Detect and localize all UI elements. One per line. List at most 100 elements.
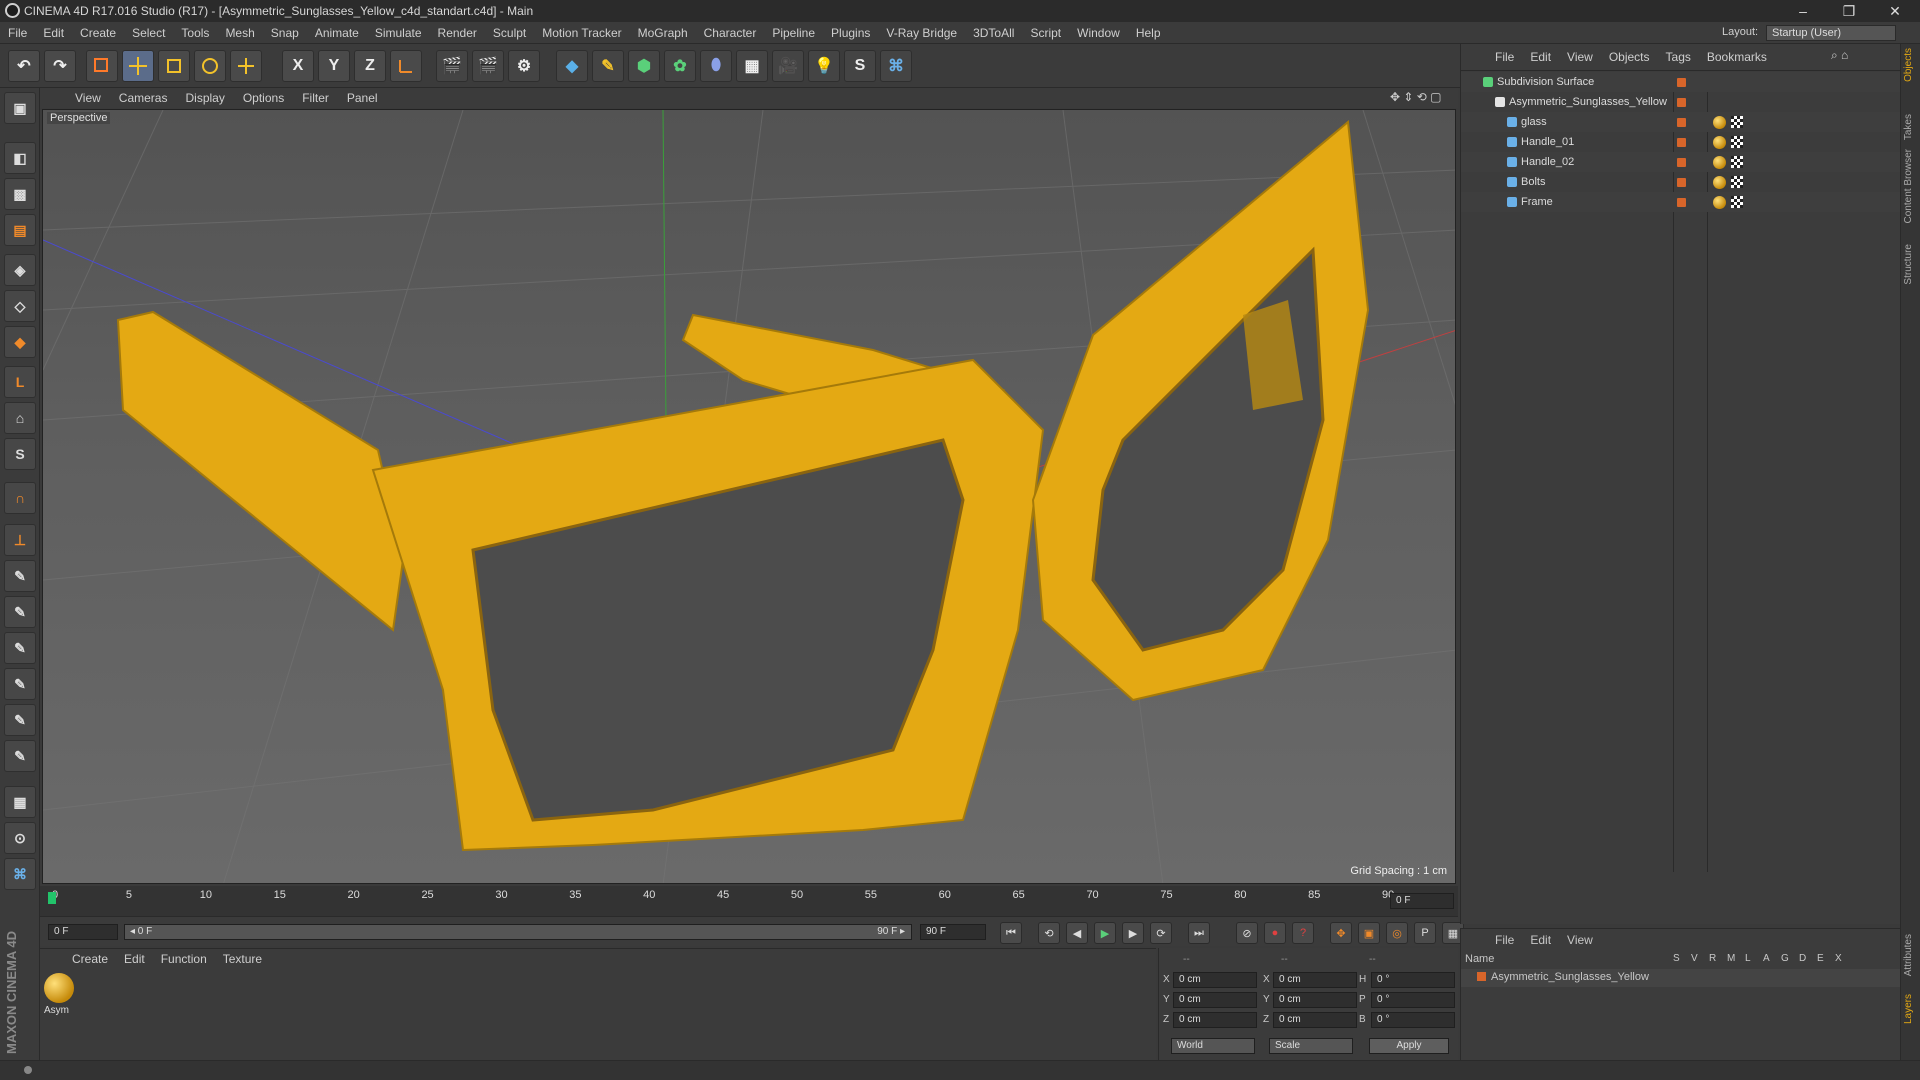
minimize-button[interactable]: – — [1780, 0, 1826, 22]
autokey-icon[interactable]: ● — [1264, 922, 1286, 944]
object-menu-edit[interactable]: Edit — [1522, 50, 1559, 64]
tab-content-browser[interactable]: Content Browser — [1903, 149, 1919, 223]
layer-column-header[interactable]: A — [1763, 953, 1770, 964]
layout-select[interactable]: Startup (User) — [1766, 25, 1896, 41]
layer-column-header[interactable]: D — [1799, 953, 1806, 964]
uvw-tag-icon[interactable] — [1731, 156, 1743, 168]
camera-label[interactable]: Perspective — [47, 112, 111, 124]
menu-plugins[interactable]: Plugins — [823, 26, 878, 40]
menu-character[interactable]: Character — [696, 26, 765, 40]
layer-column-header[interactable]: V — [1691, 953, 1698, 964]
menu-create[interactable]: Create — [72, 26, 124, 40]
coord-rotation-field[interactable]: 0 ° — [1371, 992, 1455, 1008]
python-icon[interactable]: ⌘ — [880, 50, 912, 82]
viewport-menu-filter[interactable]: Filter — [293, 91, 338, 105]
layer-color-icon[interactable] — [1677, 178, 1686, 187]
polygons-mode-icon[interactable]: ◆ — [4, 326, 36, 358]
object-menu-file[interactable]: File — [1487, 50, 1522, 64]
texture-mode-icon[interactable]: ▩ — [4, 178, 36, 210]
layer-color-icon[interactable] — [1677, 138, 1686, 147]
layer-row[interactable]: Asymmetric_Sunglasses_Yellow — [1461, 969, 1901, 987]
tab-objects[interactable]: Objects — [1903, 48, 1919, 82]
object-search-icon[interactable]: ⌕ ⌂ — [1831, 48, 1848, 63]
menu-motion-tracker[interactable]: Motion Tracker — [534, 26, 629, 40]
key-scale-icon[interactable]: ▣ — [1358, 922, 1380, 944]
frame-range-slider[interactable]: ◂ 0 F 90 F ▸ — [124, 924, 912, 940]
coord-size-field[interactable]: 0 cm — [1273, 992, 1357, 1008]
maximize-button[interactable]: ❐ — [1826, 0, 1872, 22]
python-script-icon[interactable]: ⌘ — [4, 858, 36, 890]
uv-tool-icon[interactable]: ⊙ — [4, 822, 36, 854]
vray-icon[interactable]: S — [844, 50, 876, 82]
close-button[interactable]: ✕ — [1872, 0, 1918, 22]
material-tag-icon[interactable] — [1713, 116, 1726, 129]
layer-menu-view[interactable]: View — [1559, 933, 1601, 947]
object-name[interactable]: glass — [1521, 112, 1547, 132]
camera-icon[interactable]: 🎥 — [772, 50, 804, 82]
tab-attributes[interactable]: Attributes — [1903, 934, 1919, 976]
menu-render[interactable]: Render — [430, 26, 485, 40]
object-row[interactable]: Bolts — [1461, 172, 1901, 192]
layer-column-header[interactable]: G — [1781, 953, 1789, 964]
menu-snap[interactable]: Snap — [263, 26, 307, 40]
object-row[interactable]: Handle_01 — [1461, 132, 1901, 152]
coord-size-field[interactable]: 0 cm — [1273, 1012, 1357, 1028]
sculpt-tool-icon[interactable]: ✎ — [4, 596, 36, 628]
menu-tools[interactable]: Tools — [173, 26, 217, 40]
redo-icon[interactable]: ↷ — [44, 50, 76, 82]
menu-script[interactable]: Script — [1022, 26, 1069, 40]
uv-grid-icon[interactable]: ▦ — [4, 786, 36, 818]
menu-pipeline[interactable]: Pipeline — [764, 26, 823, 40]
object-name[interactable]: Frame — [1521, 192, 1553, 212]
pen-spline-icon[interactable]: ✎ — [592, 50, 624, 82]
current-frame-field[interactable]: 0 F — [1390, 893, 1454, 909]
workplane-axis-icon[interactable]: ⊥ — [4, 524, 36, 556]
render-settings-icon[interactable]: ⚙ — [508, 50, 540, 82]
object-row[interactable]: Asymmetric_Sunglasses_Yellow — [1461, 92, 1901, 112]
coord-rotation-field[interactable]: 0 ° — [1371, 972, 1455, 988]
object-row[interactable]: Handle_02 — [1461, 152, 1901, 172]
uvw-tag-icon[interactable] — [1731, 136, 1743, 148]
points-mode-icon[interactable]: ◈ — [4, 254, 36, 286]
object-row[interactable]: Subdivision Surface — [1461, 72, 1901, 92]
menu-mograph[interactable]: MoGraph — [630, 26, 696, 40]
coordinate-mode-select[interactable]: Scale — [1269, 1038, 1353, 1054]
key-parameter-icon[interactable]: P — [1414, 922, 1436, 944]
sculpt-smooth-icon[interactable]: ✎ — [4, 668, 36, 700]
go-to-end-icon[interactable]: ⏭ — [1188, 922, 1210, 944]
layer-column-header[interactable]: S — [1673, 953, 1680, 964]
object-row[interactable]: Frame — [1461, 192, 1901, 212]
viewport-menu-panel[interactable]: Panel — [338, 91, 387, 105]
uvw-tag-icon[interactable] — [1731, 176, 1743, 188]
object-menu-objects[interactable]: Objects — [1601, 50, 1658, 64]
coordinate-space-select[interactable]: World — [1171, 1038, 1255, 1054]
material-tag-icon[interactable] — [1713, 156, 1726, 169]
cloner-icon[interactable]: ✿ — [664, 50, 696, 82]
material-menu-create[interactable]: Create — [64, 952, 116, 966]
coord-position-field[interactable]: 0 cm — [1173, 972, 1257, 988]
layer-menu-edit[interactable]: Edit — [1522, 933, 1559, 947]
axis-mode-icon[interactable]: L — [4, 366, 36, 398]
layer-color-icon[interactable] — [1677, 118, 1686, 127]
viewport-nav-icons[interactable]: ✥ ⇕ ⟲ ▢ — [1390, 90, 1442, 104]
menu-help[interactable]: Help — [1128, 26, 1169, 40]
material-menu-edit[interactable]: Edit — [116, 952, 153, 966]
tweak-mode-icon[interactable]: ⌂ — [4, 402, 36, 434]
timeline-ruler[interactable]: 051015202530354045505560657075808590 0 F — [40, 886, 1458, 916]
magnet-icon[interactable]: ∩ — [4, 482, 36, 514]
material-tag-icon[interactable] — [1713, 136, 1726, 149]
sculpt-pull-icon[interactable]: ✎ — [4, 632, 36, 664]
record-keys-icon[interactable]: ⊘ — [1236, 922, 1258, 944]
play-forward-icon[interactable]: ▶ — [1094, 922, 1116, 944]
viewport-menu-cameras[interactable]: Cameras — [110, 91, 177, 105]
light-icon[interactable]: 💡 — [808, 50, 840, 82]
layer-column-header[interactable]: M — [1727, 953, 1735, 964]
viewport-menu-options[interactable]: Options — [234, 91, 293, 105]
layer-color-icon[interactable] — [1677, 198, 1686, 207]
material-swatch[interactable] — [44, 973, 74, 1003]
go-to-start-icon[interactable]: ⏮ — [1000, 922, 1022, 944]
previous-frame-icon[interactable]: ◀ — [1066, 922, 1088, 944]
menu-vray-bridge[interactable]: V-Ray Bridge — [878, 26, 965, 40]
workplane-icon[interactable]: ▤ — [4, 214, 36, 246]
menu-select[interactable]: Select — [124, 26, 173, 40]
